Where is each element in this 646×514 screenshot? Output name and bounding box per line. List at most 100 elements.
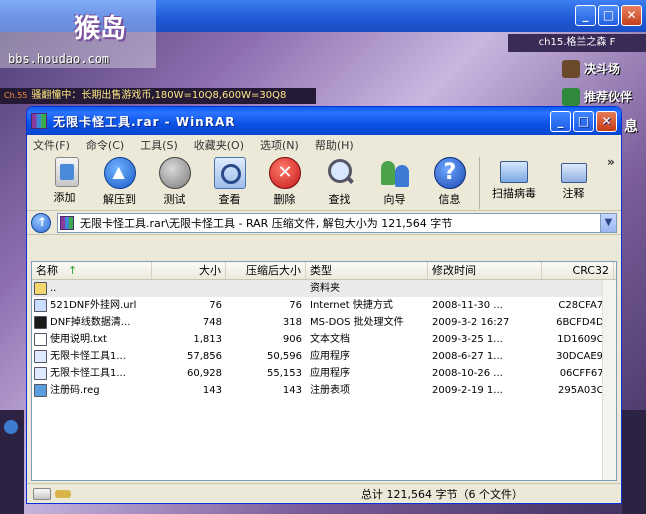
column-modified[interactable]: 修改时间 (428, 262, 542, 279)
column-name[interactable]: 名称 ↑ (32, 262, 152, 279)
cell-size: 143 (202, 385, 222, 396)
find-button[interactable]: 查找 (312, 157, 367, 207)
chevron-down-icon[interactable]: ▼ (600, 213, 616, 232)
scan-virus-button[interactable]: 扫描病毒 (482, 157, 546, 201)
cell-modified: 2009-2-19 1... (432, 385, 503, 396)
file-name: 521DNF外挂网.url (50, 300, 137, 311)
txt-icon (34, 333, 47, 346)
column-packed[interactable]: 压缩后大小 (226, 262, 306, 279)
game-location: ch15.格兰之森 F (508, 34, 646, 52)
cell-packed (226, 280, 306, 297)
sort-arrow-icon: ↑ (68, 264, 78, 277)
cell-name: 无限卡怪工具1... (32, 348, 152, 365)
game-side-tip: 息 (624, 119, 638, 135)
info-button[interactable]: 信息 (422, 157, 477, 207)
menu-tools[interactable]: 工具(S) (140, 137, 178, 153)
comment-icon (560, 163, 587, 183)
path-dropdown[interactable]: 无限卡怪工具.rar\无限卡怪工具 - RAR 压缩文件, 解包大小为 121,… (57, 212, 617, 233)
menu-commands[interactable]: 命令(C) (86, 137, 124, 153)
game-right-panel (622, 410, 646, 514)
cell-size: 57,856 (187, 351, 222, 362)
table-row[interactable]: 注册码.reg 143 143 注册表项 2009-2-19 1... 295A03C0 (32, 382, 616, 399)
channel-level: Ch.55 (4, 91, 28, 100)
winrar-window: 无限卡怪工具.rar - WinRAR _ □ ✕ 文件(F) 命令(C) 工具… (26, 106, 622, 504)
toolbar: 添加 解压到 测试 查看 删除 查找 向导 信息 (27, 155, 621, 211)
game-close-button[interactable]: ✕ (621, 5, 642, 26)
parent-folder-row[interactable]: .. 资料夹 (32, 280, 616, 297)
window-titlebar[interactable]: 无限卡怪工具.rar - WinRAR _ □ ✕ (27, 107, 621, 135)
magnifier-icon (324, 157, 356, 189)
test-button[interactable]: 测试 (147, 157, 202, 207)
cell-name: 注册码.reg (32, 382, 152, 399)
url-icon (34, 299, 47, 312)
menu-help[interactable]: 帮助(H) (315, 137, 354, 153)
cell-size: 748 (202, 317, 222, 328)
cell-type: 应用程序 (310, 368, 350, 379)
extract-to-button[interactable]: 解压到 (92, 157, 147, 207)
table-row[interactable]: DNF掉线数据清... 748 318 MS-DOS 批处理文件 2009-3-2 16… (32, 314, 616, 331)
table-row[interactable]: 使用说明.txt 1,813 906 文本文档 2009-3-25 1... 1D1609… (32, 331, 616, 348)
cell-size: 76 (209, 300, 222, 311)
duel-arena-button[interactable]: 决斗场 (560, 58, 644, 80)
toolbar-overflow-chevron[interactable]: » (607, 155, 615, 169)
toolbar-separator (479, 157, 480, 209)
file-rows: .. 资料夹 521DNF外挂网.url 76 76 Internet 快捷方式 2008-… (32, 280, 616, 399)
file-name: 注册码.reg (50, 385, 100, 396)
comment-button[interactable]: 注释 (546, 157, 601, 201)
menu-options[interactable]: 选项(N) (260, 137, 299, 153)
column-crc[interactable]: CRC32 (542, 262, 614, 279)
file-list: 名称 ↑ 大小 压缩后大小 类型 修改时间 CRC32 .. 资料夹 521DNF外挂… (31, 261, 617, 481)
comment-label: 注释 (562, 187, 585, 200)
view-icon (213, 157, 246, 189)
table-row[interactable]: 无限卡怪工具1... 57,856 50,596 应用程序 2008-6-27 1...… (32, 348, 616, 365)
cell-size: 60,928 (187, 368, 222, 379)
cell-name: DNF掉线数据清... (32, 314, 152, 331)
duel-label: 决斗场 (584, 62, 621, 76)
game-maximize-button[interactable]: □ (598, 5, 619, 26)
status-text: 总计 121,564 字节（6 个文件） (361, 487, 523, 501)
file-name: DNF掉线数据清... (50, 317, 131, 328)
test-label: 测试 (163, 193, 186, 206)
scan-computer-icon (500, 161, 528, 183)
column-size[interactable]: 大小 (152, 262, 226, 279)
archive-path: 无限卡怪工具.rar\无限卡怪工具 - RAR 压缩文件, 解包大小为 121,… (80, 216, 453, 230)
folder-icon (34, 282, 47, 295)
maximize-button[interactable]: □ (573, 110, 594, 132)
view-label: 查看 (218, 193, 241, 206)
game-minimize-button[interactable]: _ (575, 5, 596, 26)
cell-name: 使用说明.txt (32, 331, 152, 348)
cell-size (152, 280, 226, 297)
minimize-button[interactable]: _ (550, 110, 571, 132)
cell-modified: 2008-11-30 ... (432, 300, 503, 311)
menu-file[interactable]: 文件(F) (33, 137, 70, 153)
table-row[interactable]: 521DNF外挂网.url 76 76 Internet 快捷方式 2008-11-30… (32, 297, 616, 314)
delete-button[interactable]: 删除 (257, 157, 312, 207)
close-button[interactable]: ✕ (596, 110, 617, 132)
bat-icon (34, 316, 47, 329)
vertical-scrollbar[interactable] (602, 280, 616, 480)
info-label: 信息 (438, 193, 461, 206)
menu-favorites[interactable]: 收藏夹(O) (194, 137, 244, 153)
cell-type: 注册表项 (310, 385, 350, 396)
key-icon (55, 489, 71, 498)
recommend-partner-button[interactable]: 推荐伙伴 (560, 86, 644, 108)
cell-size: 1,813 (193, 334, 222, 345)
game-left-panel (0, 410, 24, 514)
column-type[interactable]: 类型 (306, 262, 428, 279)
exe-icon (34, 350, 47, 363)
winrar-app-icon (31, 113, 47, 129)
address-bar: 无限卡怪工具.rar\无限卡怪工具 - RAR 压缩文件, 解包大小为 121,… (27, 211, 621, 235)
wizard-button[interactable]: 向导 (367, 157, 422, 207)
view-button[interactable]: 查看 (202, 157, 257, 207)
cell-type: MS-DOS 批处理文件 (310, 317, 404, 328)
file-name: .. (50, 283, 57, 294)
cell-packed: 143 (282, 385, 302, 396)
window-title: 无限卡怪工具.rar - WinRAR (53, 114, 236, 129)
cell-type: Internet 快捷方式 (310, 300, 393, 311)
drive-icon[interactable] (33, 487, 51, 500)
cell-packed: 55,153 (267, 368, 302, 379)
table-row[interactable]: 无限卡怪工具1... 60,928 55,153 应用程序 2008-10-26 ...… (32, 365, 616, 382)
up-folder-icon[interactable] (31, 212, 51, 233)
add-button[interactable]: 添加 (37, 157, 92, 205)
find-label: 查找 (328, 193, 351, 206)
